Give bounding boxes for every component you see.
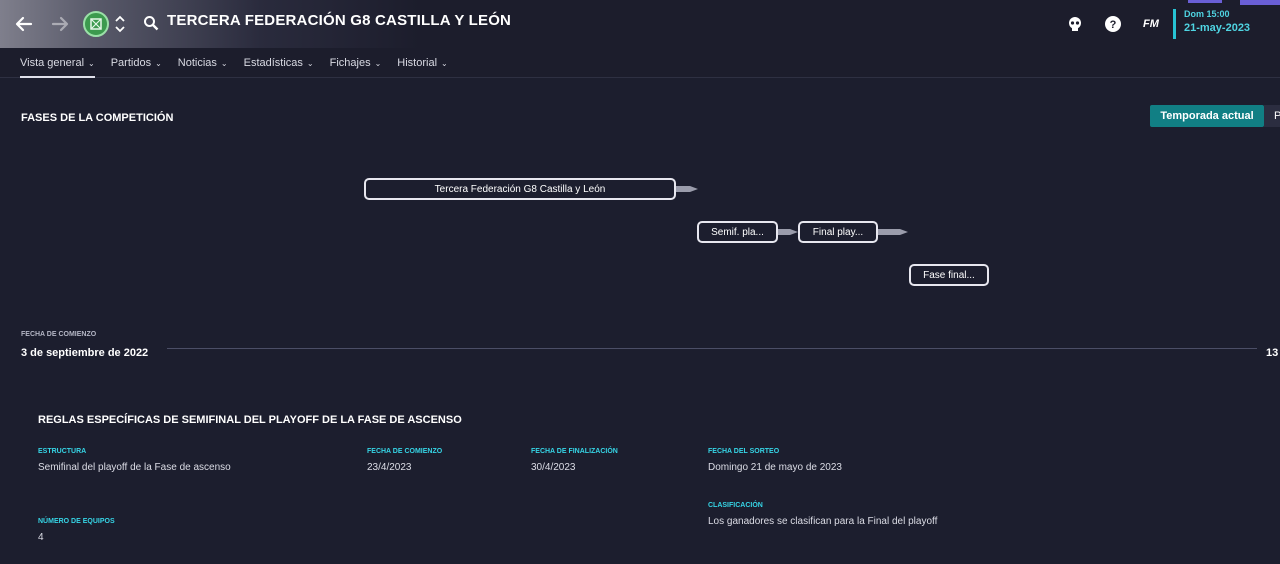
game-date[interactable]: Dom 15:00 21-may-2023 xyxy=(1173,9,1250,39)
svg-text:?: ? xyxy=(1110,19,1117,31)
tab-fichajes[interactable]: Fichajes ⌄ xyxy=(322,48,390,78)
chevron-down-icon: ⌄ xyxy=(88,58,95,68)
forward-arrow-icon[interactable] xyxy=(48,12,72,36)
help-icon[interactable]: ? xyxy=(1103,14,1123,34)
continue-indicator-2 xyxy=(1240,0,1280,5)
stage-label: Tercera Federación G8 Castilla y León xyxy=(434,183,606,195)
tab-label: Noticias xyxy=(177,57,217,69)
tab-bar: Vista general ⌄ Partidos ⌄ Noticias ⌄ Estad… xyxy=(0,48,1280,78)
tab-noticias[interactable]: Noticias ⌄ xyxy=(170,48,236,78)
estructura-value: Semifinal del playoff de la Fase de asce… xyxy=(38,462,231,473)
tab-label: Fichajes xyxy=(329,57,371,69)
fecha-finalizacion-value: 30/4/2023 xyxy=(531,462,576,473)
chevron-down-icon: ⌄ xyxy=(374,58,382,68)
fecha-sorteo-value: Domingo 21 de mayo de 2023 xyxy=(708,462,842,473)
num-equipos-label: NÚMERO DE EQUIPOS xyxy=(38,518,115,525)
next-season-button[interactable]: P xyxy=(1264,105,1280,127)
chevron-down-icon: ⌄ xyxy=(155,58,162,68)
tab-vista-general[interactable]: Vista general ⌄ xyxy=(12,48,103,78)
stage-label: Fase final... xyxy=(923,269,975,281)
fecha-finalizacion-label: FECHA DE FINALIZACIÓN xyxy=(531,448,618,455)
up-down-icon[interactable] xyxy=(114,12,126,36)
stage-label: Semif. pla... xyxy=(711,226,764,238)
rules-title: REGLAS ESPECÍFICAS DE SEMIFINAL DEL PLAY… xyxy=(38,414,462,426)
skull-icon[interactable] xyxy=(1065,14,1085,34)
back-arrow-icon[interactable] xyxy=(12,12,36,36)
game-date-time: Dom 15:00 xyxy=(1184,9,1230,19)
fm-logo[interactable]: FM xyxy=(1141,14,1161,34)
tab-label: Vista general xyxy=(20,57,85,69)
stage-semifinal[interactable]: Semif. pla... xyxy=(697,221,778,243)
tab-partidos[interactable]: Partidos ⌄ xyxy=(103,48,170,78)
stage-arrow xyxy=(878,229,908,235)
fecha-comienzo-label: FECHA DE COMIENZO xyxy=(367,448,443,455)
continue-indicator xyxy=(1188,0,1222,3)
game-date-day: 21-may-2023 xyxy=(1184,22,1251,34)
stage-final-phase[interactable]: Fase final... xyxy=(909,264,989,286)
timeline-start-date: 3 de septiembre de 2022 xyxy=(21,347,149,359)
num-equipos-value: 4 xyxy=(38,532,44,543)
stage-arrow xyxy=(676,186,698,192)
tab-historial[interactable]: Historial ⌄ xyxy=(389,48,455,78)
chevron-down-icon: ⌄ xyxy=(306,58,314,68)
clasificacion-value: Los ganadores se clasifican para la Fina… xyxy=(708,516,938,527)
tab-label: Partidos xyxy=(110,57,152,69)
stage-label: Final play... xyxy=(812,226,864,238)
stage-league[interactable]: Tercera Federación G8 Castilla y León xyxy=(364,178,676,200)
timeline-label: FECHA DE COMIENZO xyxy=(21,331,97,338)
stage-final[interactable]: Final play... xyxy=(798,221,878,243)
timeline-end-date: 13 xyxy=(1266,347,1279,359)
page-title: TERCERA FEDERACIÓN G8 CASTILLA Y LEÓN xyxy=(167,12,512,29)
competition-badge-icon[interactable] xyxy=(83,11,109,37)
stage-arrow xyxy=(778,229,798,235)
fecha-sorteo-label: FECHA DEL SORTEO xyxy=(708,448,780,455)
fecha-comienzo-value: 23/4/2023 xyxy=(367,462,412,473)
tab-label: Estadísticas xyxy=(243,57,303,69)
chevron-down-icon: ⌄ xyxy=(220,58,228,68)
estructura-label: ESTRUCTURA xyxy=(38,448,87,455)
tab-estadisticas[interactable]: Estadísticas ⌄ xyxy=(236,48,322,78)
phases-title: FASES DE LA COMPETICIÓN xyxy=(21,112,174,124)
chevron-down-icon: ⌄ xyxy=(441,58,448,68)
search-icon[interactable] xyxy=(142,14,160,32)
timeline-line xyxy=(167,348,1257,349)
tab-label: Historial xyxy=(397,57,438,69)
clasificacion-label: CLASIFICACIÓN xyxy=(708,502,763,509)
top-bar: TERCERA FEDERACIÓN G8 CASTILLA Y LEÓN ? … xyxy=(0,0,1280,48)
current-season-button[interactable]: Temporada actual xyxy=(1150,105,1264,127)
